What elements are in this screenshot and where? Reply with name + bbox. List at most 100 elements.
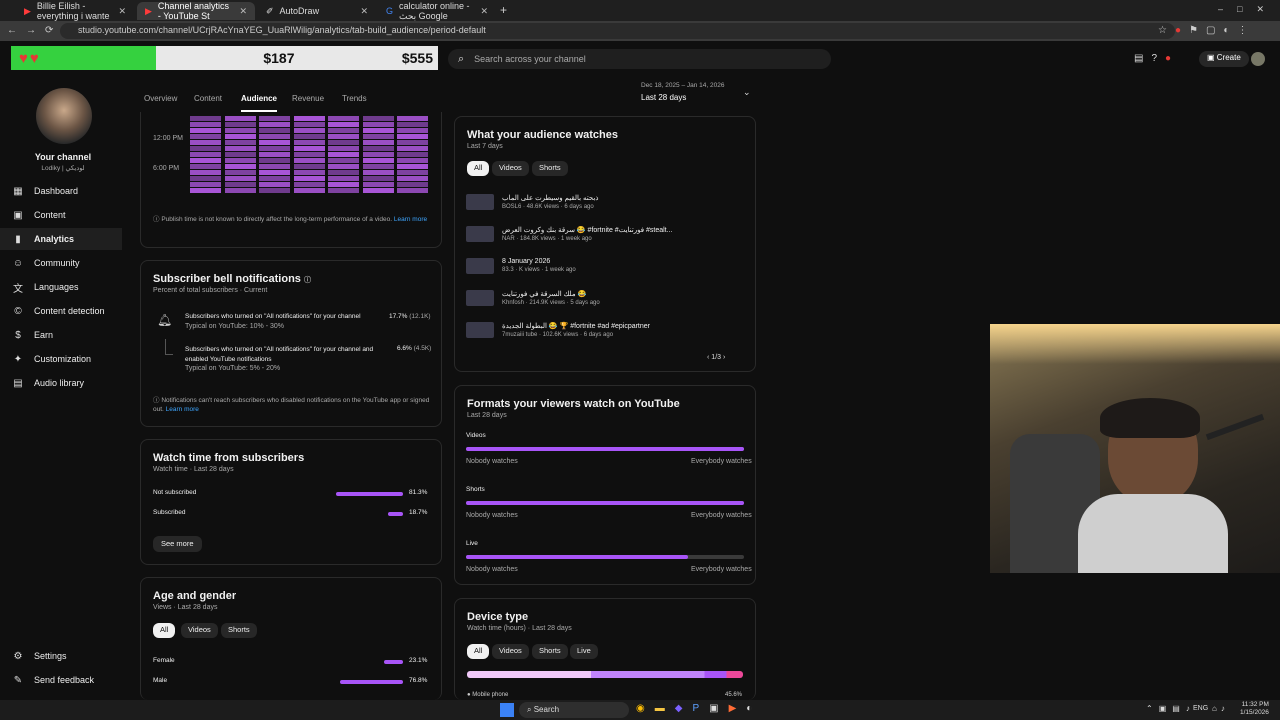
heatmap-cell	[190, 158, 221, 163]
close-icon[interactable]: ✕	[360, 6, 368, 17]
sidebar-item-feedback[interactable]: ✎ Send feedback	[0, 669, 122, 691]
create-button[interactable]: ▣ Create	[1199, 51, 1249, 67]
pager: ‹ 1/3 ›	[707, 354, 726, 361]
url-field[interactable]: studio.youtube.com/channel/UCrjRAcYnaYEG…	[60, 23, 1175, 39]
sidebar-item-languages[interactable]: 文 Languages	[0, 276, 122, 298]
tray-icons[interactable]: ⌃▣▤♪	[1146, 704, 1196, 713]
heatmap-cell	[190, 128, 221, 133]
nav-arrows-icon[interactable]: ←→⟳	[7, 25, 62, 36]
tab-trends[interactable]: Trends	[342, 94, 367, 103]
list-item[interactable]: سرقة بنك وكروت العرض 😂 #fortnite #فورتنا…	[466, 226, 672, 246]
filter-live[interactable]: Live	[570, 644, 598, 659]
heatmap-cell	[328, 182, 359, 187]
heatmap-cell	[328, 128, 359, 133]
sidebar-item-dashboard[interactable]: ▦ Dashboard	[0, 180, 122, 202]
list-item[interactable]: ذبحته بالقيم وسيطرت على الماب BOSL6 · 48.…	[466, 194, 598, 214]
video-thumbnail	[466, 258, 494, 274]
gear-icon: ⚙	[13, 650, 23, 662]
sidebar-item-earn[interactable]: $ Earn	[0, 324, 122, 346]
learn-more-link[interactable]: Learn more	[166, 406, 199, 413]
content-icon: ▣	[13, 209, 23, 221]
filter-videos[interactable]: Videos	[181, 623, 218, 638]
video-thumbnail	[466, 322, 494, 338]
tab-content[interactable]: Content	[194, 94, 222, 103]
bell-note: ⓘ Notifications can't reach subscribers …	[153, 397, 430, 413]
filter-shorts[interactable]: Shorts	[221, 623, 257, 638]
sidebar-item-analytics[interactable]: ▮ Analytics	[0, 228, 122, 250]
channel-search[interactable]: ⌕ Search across your channel	[448, 49, 831, 69]
sidebar-item-customization[interactable]: ✦ Customization	[0, 348, 122, 370]
tab-audience[interactable]: Audience	[241, 94, 278, 112]
tab-autodraw[interactable]: ✐ AutoDraw ✕	[258, 2, 376, 20]
close-icon[interactable]: ✕	[118, 6, 126, 17]
heatmap-cell	[362, 188, 394, 193]
filter-shorts[interactable]: Shorts	[532, 644, 568, 659]
card-subtitle: Last 7 days	[467, 143, 503, 150]
tab-billie[interactable]: ▶ Billie Eilish - everything i wante ✕	[16, 1, 134, 21]
close-icon[interactable]: ✕	[239, 6, 247, 17]
format-fill	[466, 447, 744, 451]
bell-row-label: Subscribers who turned on "All notificat…	[185, 346, 374, 363]
sidebar-item-settings[interactable]: ⚙ Settings	[0, 645, 122, 667]
list-item[interactable]: البطولة الجديدة 😂 🏆 #fortnite #ad #epicp…	[466, 322, 650, 342]
filter-all[interactable]: All	[153, 623, 176, 638]
card-title: Subscriber bell notifications ⓘ	[153, 273, 311, 285]
heatmap-cell	[259, 146, 290, 151]
tab-revenue[interactable]: Revenue	[292, 94, 324, 103]
publish-time-card: 12:00 PM 6:00 PM ⓘ Publish time is not k…	[140, 112, 442, 248]
taskbar-app-icons[interactable]: ◉▬◆P▣▶◐	[636, 703, 762, 714]
heatmap-cell	[328, 134, 359, 139]
windows-start-icon[interactable]	[500, 703, 514, 717]
filter-all[interactable]: All	[467, 161, 490, 176]
analytics-icon: ▮	[15, 233, 21, 245]
filter-videos[interactable]: Videos	[492, 161, 529, 176]
heatmap-cell	[293, 164, 325, 169]
close-icon[interactable]: ✕	[480, 6, 488, 17]
tab-overview[interactable]: Overview	[144, 94, 177, 103]
avatar[interactable]	[1251, 52, 1265, 66]
new-tab-icon[interactable]: +	[500, 3, 507, 17]
bell-notifications-card: Subscriber bell notifications ⓘ Percent …	[140, 260, 442, 427]
heatmap-cell	[190, 182, 221, 187]
chevron-down-icon[interactable]: ⌄	[743, 87, 751, 98]
filter-all[interactable]: All	[467, 644, 490, 659]
mic-arm	[1205, 413, 1265, 441]
filter-videos[interactable]: Videos	[492, 644, 529, 659]
person-shirt	[1078, 494, 1228, 573]
community-icon: ☺	[12, 257, 24, 269]
sidebar-item-content[interactable]: ▣ Content	[0, 204, 122, 226]
sidebar-item-audio-library[interactable]: ▤ Audio library	[0, 372, 122, 394]
learn-more-link[interactable]: Learn more	[394, 216, 427, 223]
language-indicator[interactable]: ENG	[1193, 705, 1208, 712]
see-more-button[interactable]: See more	[153, 536, 202, 552]
date-range-label[interactable]: Last 28 days	[641, 93, 686, 102]
dollar-icon: $	[15, 329, 21, 341]
heatmap-cell	[190, 122, 221, 127]
tab-calculator[interactable]: Gcalculator online - بحث Google ✕	[378, 1, 496, 21]
heatmap-cell	[362, 116, 394, 121]
system-icons[interactable]: ⌂♪	[1212, 704, 1229, 713]
window-controls[interactable]: –□✕	[1218, 4, 1278, 15]
tab-analytics[interactable]: ▶ Channel analytics - YouTube St ✕	[137, 1, 255, 21]
filter-shorts[interactable]: Shorts	[532, 161, 568, 176]
info-icon[interactable]: ⓘ	[304, 277, 311, 284]
copyright-icon: ©	[14, 305, 22, 317]
channel-avatar[interactable]	[36, 88, 92, 144]
search-input[interactable]: Search across your channel	[474, 54, 586, 64]
taskbar-search[interactable]: ⌕ Search	[519, 702, 629, 718]
heatmap-cell	[397, 170, 428, 175]
browser-extension-icons[interactable]: ☆●⚑▢◐⋮	[1158, 25, 1255, 36]
sidebar-item-content-detection[interactable]: © Content detection	[0, 300, 122, 322]
list-item[interactable]: ملك السرقة في فورتنايت 😂 Khnfosh · 214.9K…	[466, 290, 600, 310]
list-item[interactable]: 8 January 2026 83.3 · K views · 1 week ag…	[466, 258, 576, 278]
heatmap-cell	[397, 164, 428, 169]
channel-title: Your channel	[34, 152, 92, 162]
sidebar-item-community[interactable]: ☺ Community	[0, 252, 122, 274]
heatmap-cell	[397, 140, 428, 145]
header-icons[interactable]: ▤?●	[1134, 53, 1179, 64]
chevron-left-icon[interactable]: ‹	[707, 354, 709, 361]
chevron-right-icon[interactable]: ›	[723, 354, 725, 361]
audio-icon: ▤	[13, 377, 23, 389]
heatmap-y-label: 12:00 PM	[153, 135, 183, 142]
clock[interactable]: 11:32 PM 1/15/2026	[1240, 701, 1269, 717]
